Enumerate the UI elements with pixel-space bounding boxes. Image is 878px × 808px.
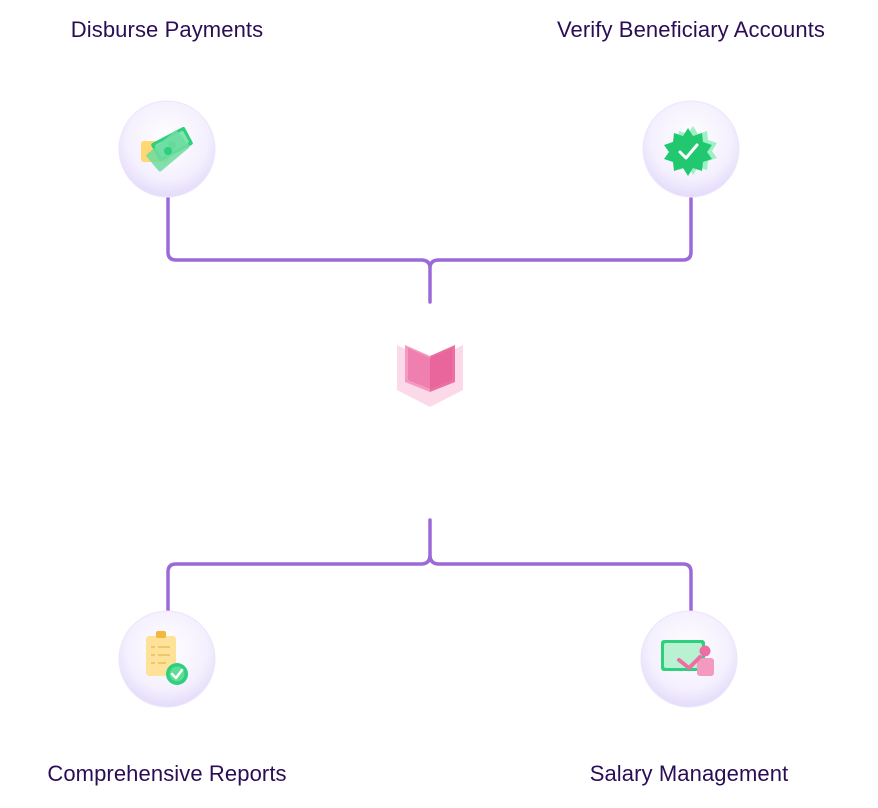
connector-bottom — [166, 518, 693, 614]
open-book-icon — [397, 345, 463, 407]
connector-top — [166, 196, 693, 304]
feature-diagram — [118, 100, 740, 708]
